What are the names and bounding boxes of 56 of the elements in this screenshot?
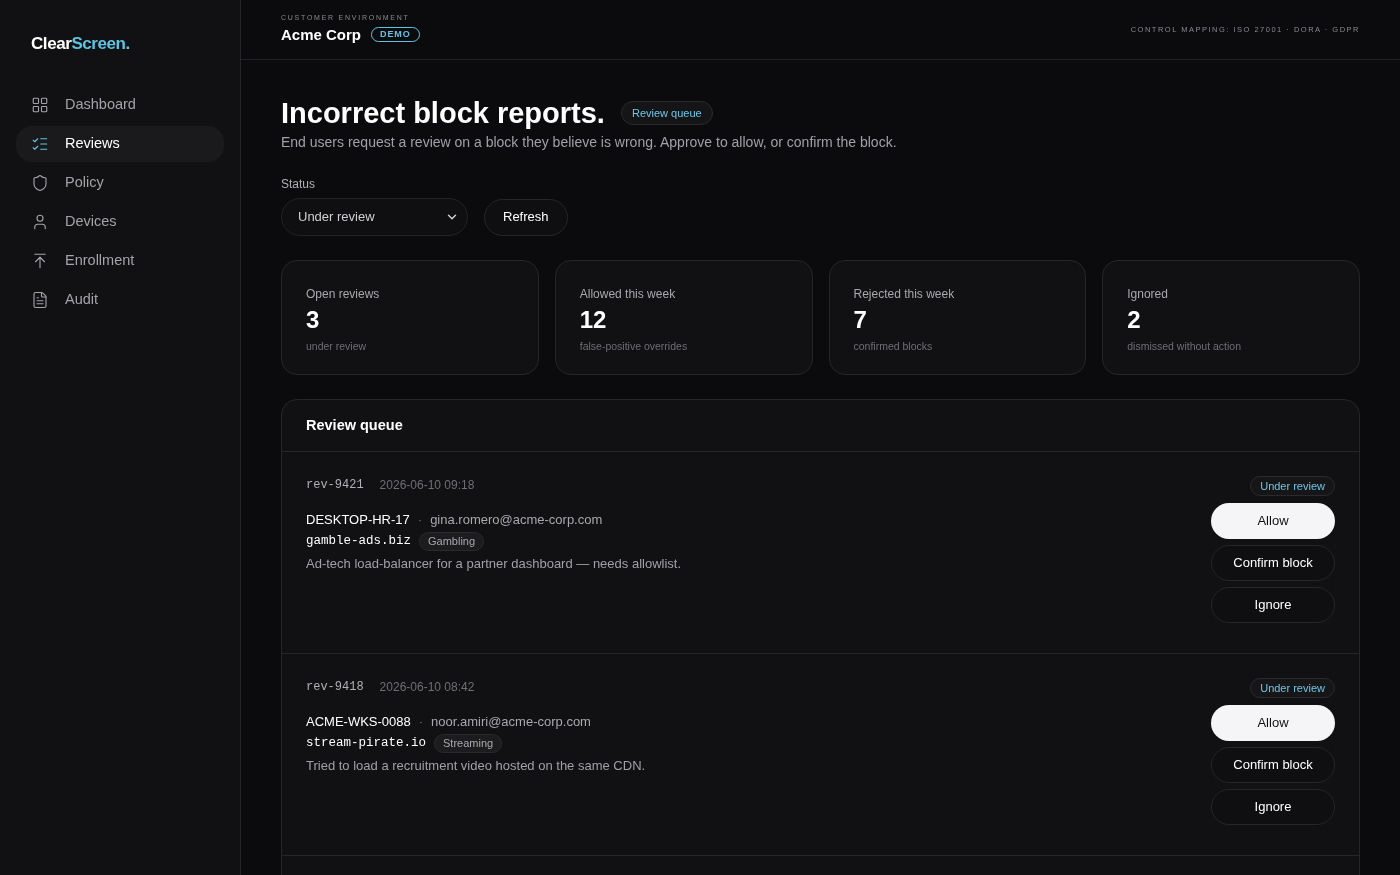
page-title: Incorrect block reports.: [281, 97, 605, 129]
stat-label: Allowed this week: [579, 286, 677, 303]
shield-icon: [31, 173, 49, 192]
review-note: Ad-tech load-balancer for a partner dashboard — needs allowlist.: [306, 554, 682, 573]
separator-dot: ·: [418, 713, 424, 731]
stat-label: Ignored: [1127, 286, 1169, 303]
stat-value: 7: [853, 306, 868, 334]
review-time: 2026-06-10 08:42: [379, 679, 475, 696]
stat-note: false-positive overrides: [579, 339, 689, 354]
category-tag: Streaming: [434, 733, 503, 753]
review-time: 2026-06-10 09:18: [379, 477, 475, 494]
stat-note: dismissed without action: [1127, 339, 1243, 354]
grid-icon: [31, 95, 49, 114]
review-note: Tried to load a recruitment video hosted on the same CDN.: [306, 756, 646, 775]
user-email: noor.amiri@acme-corp.com: [431, 713, 591, 731]
review-id: rev-9421: [306, 477, 364, 494]
device-name: DESKTOP-HR-17: [306, 511, 410, 529]
status-select[interactable]: Under review: [281, 198, 468, 236]
status-badge: Under review: [1250, 476, 1335, 496]
status-badge: Under review: [1250, 678, 1335, 698]
blocked-domain: gamble-ads.biz: [306, 532, 412, 550]
separator-dot: ·: [417, 511, 423, 529]
nav-item[interactable]: Audit: [16, 281, 224, 318]
action-button[interactable]: Confirm block: [1211, 545, 1335, 581]
refresh-button[interactable]: Refresh: [484, 198, 568, 236]
action-button[interactable]: Allow: [1211, 503, 1335, 539]
nav-item[interactable]: Devices: [16, 203, 224, 240]
stat-label: Open reviews: [306, 286, 381, 303]
stat-note: confirmed blocks: [853, 339, 934, 354]
blocked-domain: stream-pirate.io: [306, 734, 427, 752]
nav-item[interactable]: Dashboard: [16, 86, 224, 123]
category-tag: Gambling: [419, 531, 485, 551]
user-icon: [31, 212, 49, 231]
upload-icon: [31, 251, 49, 270]
action-button[interactable]: Allow: [1211, 705, 1335, 741]
document-icon: [31, 290, 49, 309]
action-button[interactable]: Confirm block: [1211, 747, 1335, 783]
stat-note: under review: [306, 339, 368, 354]
nav-item[interactable]: Reviews: [16, 125, 224, 162]
nav-item[interactable]: Policy: [16, 164, 224, 201]
stat-value: 3: [306, 306, 321, 334]
user-email: gina.romero@acme-corp.com: [430, 511, 603, 529]
queue-title: Review queue: [306, 415, 403, 435]
status-label: Status: [281, 176, 317, 193]
stat-value: 2: [1127, 306, 1142, 334]
page-badge: Review queue: [620, 100, 713, 126]
nav-item[interactable]: Enrollment: [16, 242, 224, 279]
device-name: ACME-WKS-0088: [306, 713, 411, 731]
customer-name: Acme Corp: [281, 24, 362, 45]
action-button[interactable]: Ignore: [1211, 587, 1335, 623]
stat-value: 12: [579, 306, 608, 334]
stat-label: Rejected this week: [853, 286, 956, 303]
page-subtitle: End users request a review on a block they believe is wrong. Approve to allow, or confirm the block.: [281, 133, 898, 152]
review-id: rev-9418: [306, 679, 364, 696]
action-button[interactable]: Ignore: [1211, 789, 1335, 825]
brand-logo: ClearScreen.: [31, 33, 131, 55]
